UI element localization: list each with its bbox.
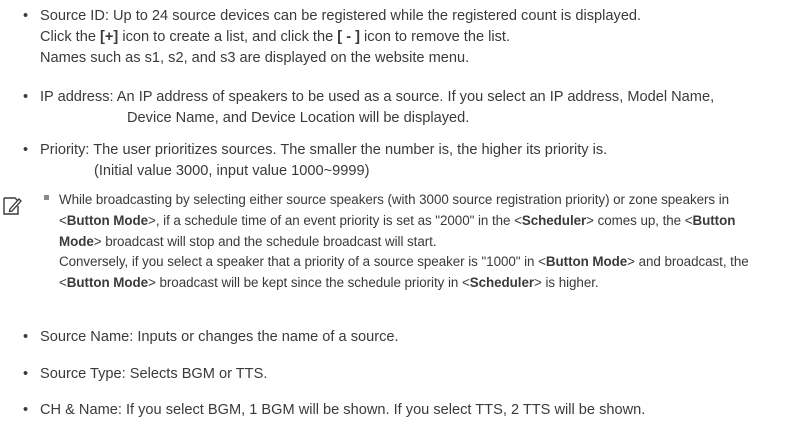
bullet: • xyxy=(23,89,29,105)
ip-address-line-2: Device Name, and Device Location will be… xyxy=(127,110,470,126)
ip-address-item: • IP address: An IP address of speakers … xyxy=(23,87,715,129)
source-id-item: • Source ID: Up to 24 source devices can… xyxy=(23,6,642,69)
minus-icon-label: [ - ] xyxy=(337,29,360,45)
note-line-4: Conversely, if you select a speaker that… xyxy=(59,254,749,270)
note-block: While broadcasting by selecting either s… xyxy=(44,190,799,294)
priority-item: • Priority: The user prioritizes sources… xyxy=(23,140,608,182)
bullet: • xyxy=(23,142,29,158)
note-line-2: <Button Mode>, if a schedule time of an … xyxy=(59,212,736,228)
source-id-line-3: Names such as s1, s2, and s3 are display… xyxy=(40,50,470,66)
bullet: • xyxy=(23,402,29,418)
source-name-text: Source Name: Inputs or changes the name … xyxy=(40,329,399,345)
plus-icon-label: [+] xyxy=(100,29,119,45)
ch-name-text: CH & Name: If you select BGM, 1 BGM will… xyxy=(40,402,646,418)
ip-address-line-1: IP address: An IP address of speakers to… xyxy=(40,89,715,105)
priority-line-1: Priority: The user prioritizes sources. … xyxy=(40,142,608,158)
note-line-1: While broadcasting by selecting either s… xyxy=(59,192,730,207)
source-type-item: • Source Type: Selects BGM or TTS. xyxy=(23,364,268,385)
priority-line-2: (Initial value 3000, input value 1000~99… xyxy=(94,163,370,179)
source-type-text: Source Type: Selects BGM or TTS. xyxy=(40,366,268,382)
note-icon xyxy=(3,197,22,215)
bullet: • xyxy=(23,366,29,382)
source-id-line-1: Source ID: Up to 24 source devices can b… xyxy=(40,8,642,24)
source-name-item: • Source Name: Inputs or changes the nam… xyxy=(23,327,399,348)
note-bullet xyxy=(44,195,49,200)
bullet: • xyxy=(23,8,29,24)
bullet: • xyxy=(23,329,29,345)
note-line-5: <Button Mode> broadcast will be kept sin… xyxy=(59,275,599,291)
note-line-3: Mode> broadcast will stop and the schedu… xyxy=(59,233,437,249)
ch-name-item: • CH & Name: If you select BGM, 1 BGM wi… xyxy=(23,400,646,421)
source-id-line-2: Click the [+] icon to create a list, and… xyxy=(40,29,511,45)
